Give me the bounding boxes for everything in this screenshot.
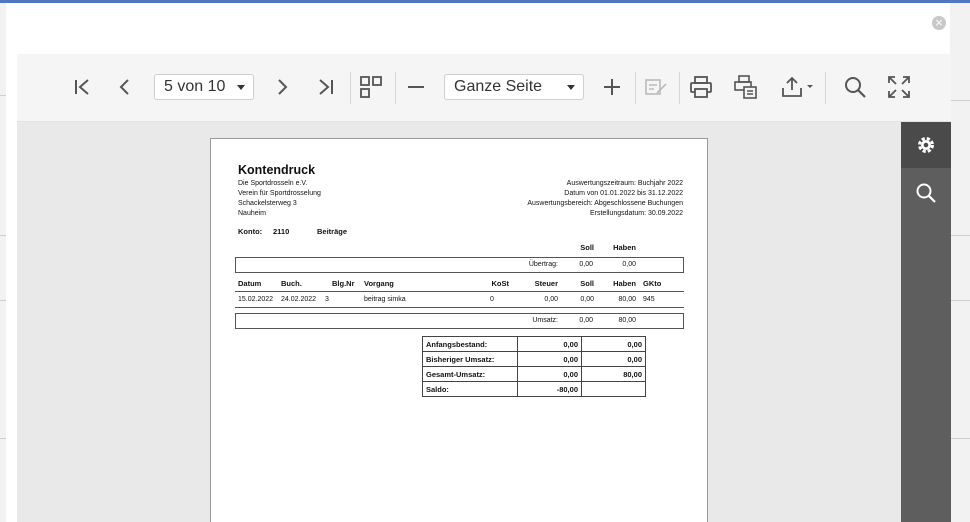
- next-page-icon[interactable]: [269, 74, 295, 100]
- background-divider: [950, 100, 970, 101]
- address-line: Verein für Sportdrosselung: [238, 190, 321, 197]
- last-page-icon[interactable]: [313, 74, 339, 100]
- column-header-soll: Soll: [580, 279, 594, 288]
- summary-label: Anfangsbestand:: [422, 336, 518, 352]
- address-line: Schackelsterweg 3: [238, 200, 297, 207]
- export-icon[interactable]: [779, 74, 817, 100]
- header-haben: Haben: [613, 243, 636, 252]
- umsatz-soll: 0,00: [579, 317, 593, 324]
- summary-row: Gesamt-Umsatz: 0,00 80,00: [422, 366, 646, 382]
- document-viewport[interactable]: Kontendruck Die Sportdrosseln e.V. Verei…: [17, 122, 901, 522]
- report-meta: Datum von 01.01.2022 bis 31.12.2022: [564, 190, 683, 197]
- uebertrag-box: Übertrag: 0,00 0,00: [235, 257, 684, 273]
- summary-row: Anfangsbestand: 0,00 0,00: [422, 336, 646, 352]
- saldo-empty: [581, 381, 646, 397]
- toolbar-separator: [350, 72, 351, 104]
- report-page: Kontendruck Die Sportdrosseln e.V. Verei…: [210, 138, 708, 522]
- summary-haben: 0,00: [581, 351, 646, 367]
- report-meta: Auswertungsbereich: Abgeschlossene Buchu…: [527, 200, 683, 207]
- column-header-blg: Blg.Nr: [332, 279, 355, 288]
- summary-soll: 0,00: [517, 336, 582, 352]
- uebertrag-soll: 0,00: [579, 261, 593, 268]
- edit-form-icon[interactable]: [643, 74, 669, 100]
- saldo-label: Saldo:: [422, 381, 518, 397]
- toolbar-separator: [825, 72, 826, 104]
- header-underline: [235, 291, 684, 292]
- report-meta: Erstellungsdatum: 30.09.2022: [589, 210, 683, 217]
- summary-table: Anfangsbestand: 0,00 0,00 Bisheriger Ums…: [422, 336, 646, 397]
- search-panel-button[interactable]: [901, 170, 951, 216]
- umsatz-haben: 80,00: [618, 317, 636, 324]
- cell-datum: 15.02.2022: [238, 296, 274, 303]
- cell-steuer: 0,00: [544, 296, 558, 303]
- cell-buch: 24.02.2022: [281, 296, 317, 303]
- summary-row: Bisheriger Umsatz: 0,00 0,00: [422, 351, 646, 367]
- search-icon[interactable]: [842, 74, 868, 100]
- konto-name: Beiträge: [317, 227, 348, 236]
- print-icon[interactable]: [688, 74, 714, 100]
- cell-gkto: 945: [643, 296, 655, 303]
- umsatz-label: Umsatz:: [532, 317, 558, 324]
- print-page-icon[interactable]: [733, 74, 759, 100]
- konto-number: 2110: [273, 227, 290, 236]
- summary-soll: 0,00: [517, 351, 582, 367]
- row-underline: [235, 307, 684, 308]
- settings-button[interactable]: [901, 122, 951, 168]
- report-title: Kontendruck: [238, 163, 316, 177]
- column-header-datum: Datum: [238, 279, 262, 288]
- column-header-buch: Buch.: [281, 279, 302, 288]
- background-divider: [950, 235, 970, 236]
- toolbar-separator: [635, 72, 636, 104]
- summary-haben: 0,00: [581, 336, 646, 352]
- report-meta: Auswertungszeitraum: Buchjahr 2022: [566, 180, 683, 187]
- fullscreen-icon[interactable]: [886, 74, 912, 100]
- summary-soll: 0,00: [517, 366, 582, 382]
- previous-page-icon[interactable]: [112, 74, 138, 100]
- viewer-toolbar: 5 von 10 Ganze Seite: [17, 54, 951, 122]
- uebertrag-label: Übertrag:: [528, 261, 558, 268]
- page-selector[interactable]: 5 von 10: [154, 74, 254, 100]
- first-page-icon[interactable]: [69, 74, 95, 100]
- background-divider: [950, 300, 970, 301]
- zoom-in-icon[interactable]: [599, 74, 625, 100]
- umsatz-box: Umsatz: 0,00 80,00: [235, 313, 684, 329]
- address-line: Die Sportdrosseln e.V.: [238, 180, 308, 187]
- chevron-down-icon: [237, 85, 245, 90]
- cell-blg: 3: [325, 296, 329, 303]
- toolbar-separator: [395, 72, 396, 104]
- side-panel: [901, 122, 951, 522]
- summary-haben: 80,00: [581, 366, 646, 382]
- saldo-row: Saldo: -80,00: [422, 381, 646, 397]
- konto-label: Konto:: [238, 227, 263, 236]
- uebertrag-haben: 0,00: [622, 261, 636, 268]
- cell-soll: 0,00: [580, 296, 594, 303]
- close-icon[interactable]: ×: [932, 16, 946, 30]
- address-line: Nauheim: [238, 210, 267, 217]
- column-header-vorgang: Vorgang: [364, 279, 394, 288]
- search-icon: [916, 183, 936, 203]
- column-header-gkto: GKto: [643, 279, 662, 288]
- zoom-out-icon[interactable]: [403, 74, 429, 100]
- zoom-selector[interactable]: Ganze Seite: [444, 74, 584, 100]
- summary-label: Gesamt-Umsatz:: [422, 366, 518, 382]
- page-selector-value: 5 von 10: [164, 78, 226, 95]
- zoom-selector-value: Ganze Seite: [454, 78, 543, 95]
- header-soll: Soll: [580, 243, 594, 252]
- gear-icon: [918, 137, 934, 153]
- column-header-steuer: Steuer: [534, 279, 558, 288]
- toolbar-separator: [679, 72, 680, 104]
- column-header-haben: Haben: [613, 279, 636, 288]
- column-header-kost: KoSt: [491, 279, 510, 288]
- background-app-right: [950, 3, 970, 522]
- summary-label: Bisheriger Umsatz:: [422, 351, 518, 367]
- background-divider: [950, 438, 970, 439]
- cell-haben: 80,00: [618, 296, 636, 303]
- cell-kost: 0: [490, 296, 494, 303]
- cell-vorgang: beitrag simka: [364, 296, 406, 303]
- multi-page-icon[interactable]: [358, 74, 384, 100]
- chevron-down-icon: [567, 85, 575, 90]
- saldo-value: -80,00: [517, 381, 582, 397]
